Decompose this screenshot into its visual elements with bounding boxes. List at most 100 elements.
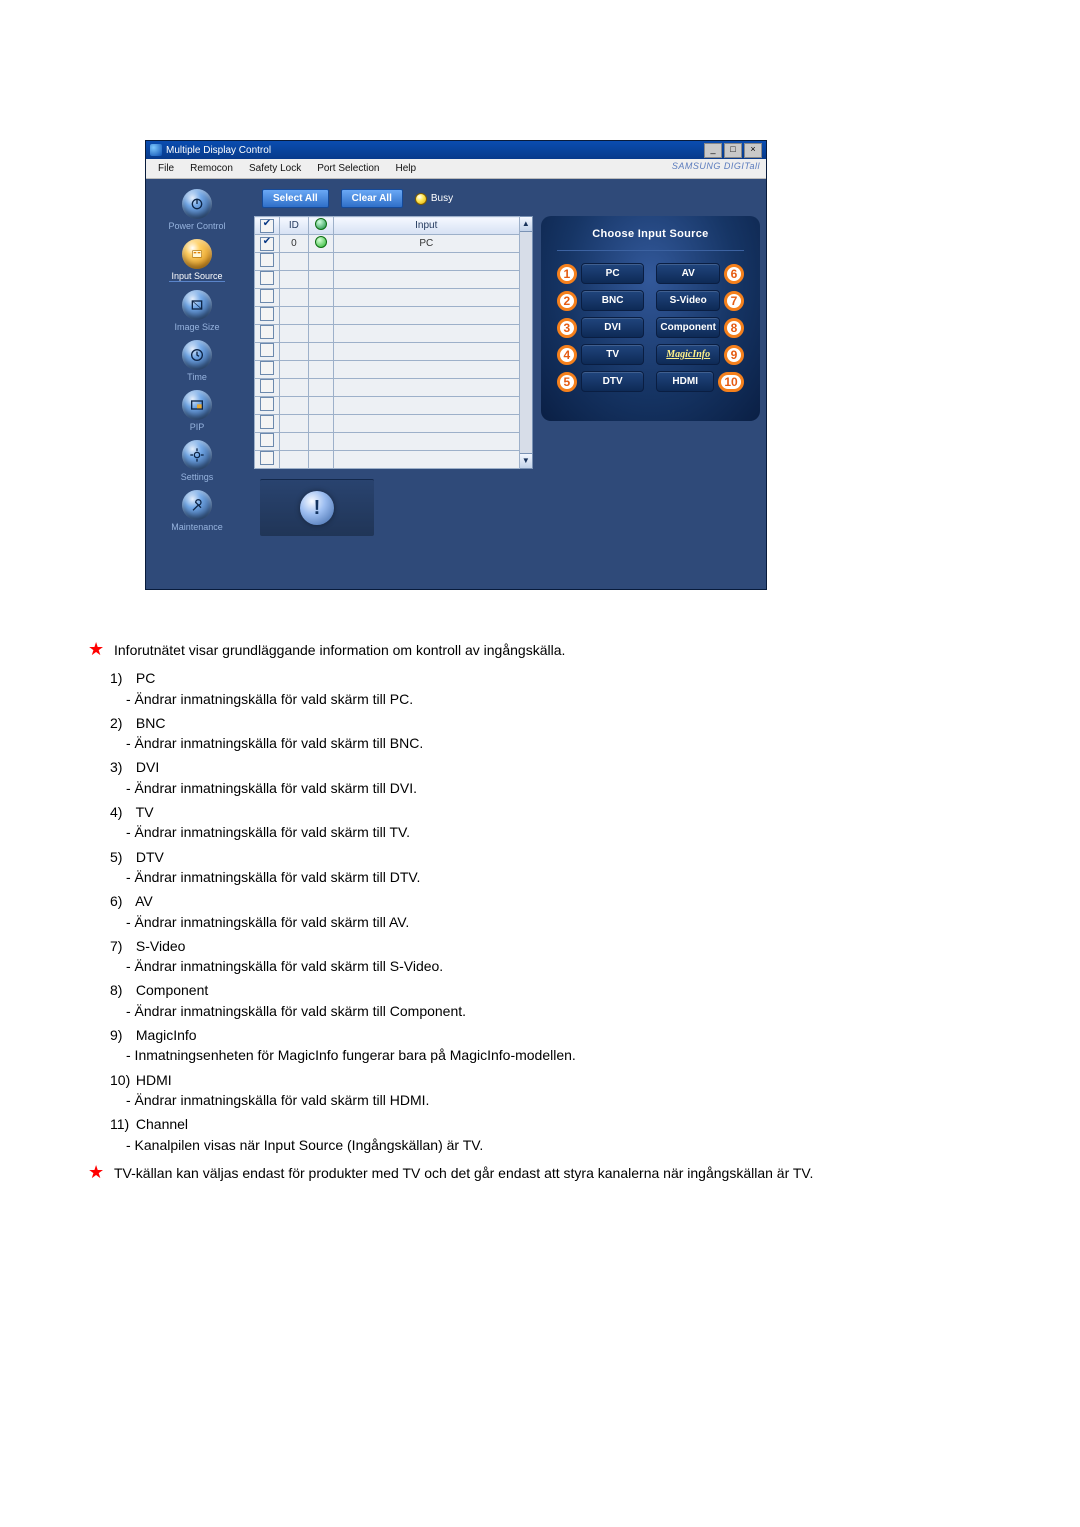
source-number-badge: 4: [557, 345, 577, 365]
row-id: 0: [279, 235, 308, 253]
status-dot-icon: [315, 236, 327, 248]
doc-item: 1) PC- Ändrar inmatningskälla för vald s…: [110, 668, 1008, 709]
source-button-component[interactable]: Component8: [656, 317, 744, 338]
menu-remocon[interactable]: Remocon: [184, 161, 239, 176]
row-checkbox[interactable]: [260, 379, 274, 393]
sidebar-item-power-control[interactable]: Power Control: [152, 189, 242, 233]
row-checkbox[interactable]: [260, 361, 274, 375]
source-button-magicinfo[interactable]: MagicInfo9: [656, 344, 744, 365]
source-button-hdmi[interactable]: HDMI10: [656, 371, 744, 392]
table-row[interactable]: [255, 451, 520, 469]
row-checkbox[interactable]: [260, 451, 274, 465]
close-button[interactable]: ×: [744, 143, 762, 158]
row-checkbox[interactable]: [260, 325, 274, 339]
source-button-dtv[interactable]: 5DTV: [557, 371, 645, 392]
row-status: [308, 307, 333, 325]
row-checkbox[interactable]: [260, 271, 274, 285]
source-number-badge: 7: [724, 291, 744, 311]
sidebar-item-pip[interactable]: PIP: [152, 390, 242, 434]
row-checkbox[interactable]: [260, 397, 274, 411]
source-button-s-video[interactable]: S-Video7: [656, 290, 744, 311]
table-row[interactable]: [255, 343, 520, 361]
table-row[interactable]: [255, 415, 520, 433]
table-row[interactable]: [255, 325, 520, 343]
row-checkbox[interactable]: [260, 433, 274, 447]
th-checkbox[interactable]: [255, 217, 280, 235]
display-table-wrap: ID Input 0PC ▲ ▼: [254, 216, 533, 469]
row-checkbox[interactable]: [260, 307, 274, 321]
row-id: [279, 289, 308, 307]
select-all-button[interactable]: Select All: [262, 189, 329, 208]
sidebar-item-image-size[interactable]: Image Size: [152, 290, 242, 334]
row-status: [308, 433, 333, 451]
doc-item-desc: - Kanalpilen visas när Input Source (Ing…: [126, 1135, 1008, 1155]
sidebar-item-time[interactable]: Time: [152, 340, 242, 384]
source-button-bnc[interactable]: 2BNC: [557, 290, 645, 311]
menu-help[interactable]: Help: [389, 161, 422, 176]
source-button-dvi[interactable]: 3DVI: [557, 317, 645, 338]
doc-item-head: 9) MagicInfo: [110, 1025, 1008, 1045]
minimize-button[interactable]: _: [704, 143, 722, 158]
table-scrollbar[interactable]: ▲ ▼: [520, 216, 533, 469]
busy-dot-icon: [415, 193, 427, 205]
row-id: [279, 307, 308, 325]
sidebar-item-label: Settings: [179, 472, 216, 482]
source-number-badge: 8: [724, 318, 744, 338]
table-row[interactable]: [255, 271, 520, 289]
clear-all-button[interactable]: Clear All: [341, 189, 403, 208]
source-button-tv[interactable]: 4TV: [557, 344, 645, 365]
doc-item-title: PC: [136, 670, 155, 686]
scroll-down-button[interactable]: ▼: [520, 453, 532, 468]
row-checkbox[interactable]: [260, 253, 274, 267]
source-label: DTV: [581, 371, 645, 392]
th-status[interactable]: [308, 217, 333, 235]
row-checkbox[interactable]: [260, 289, 274, 303]
doc-item-number: 2): [110, 713, 132, 733]
row-checkbox[interactable]: [260, 343, 274, 357]
menu-safety-lock[interactable]: Safety Lock: [243, 161, 307, 176]
table-row[interactable]: [255, 433, 520, 451]
scroll-up-button[interactable]: ▲: [520, 217, 532, 232]
table-row[interactable]: [255, 289, 520, 307]
menu-port-selection[interactable]: Port Selection: [311, 161, 385, 176]
source-label: MagicInfo: [656, 344, 720, 365]
row-id: [279, 379, 308, 397]
doc-item-number: 9): [110, 1025, 132, 1045]
row-checkbox[interactable]: [260, 237, 274, 251]
maintenance-icon: [182, 490, 212, 520]
th-input[interactable]: Input: [333, 217, 519, 235]
doc-item-desc: - Ändrar inmatningskälla för vald skärm …: [126, 956, 1008, 976]
doc-item-number: 11): [110, 1114, 132, 1134]
sidebar-item-label: Input Source: [169, 271, 224, 282]
source-button-pc[interactable]: 1PC: [557, 263, 645, 284]
table-row[interactable]: [255, 253, 520, 271]
row-id: [279, 397, 308, 415]
doc-item: 3) DVI- Ändrar inmatningskälla för vald …: [110, 757, 1008, 798]
row-input: [333, 451, 519, 469]
source-button-av[interactable]: AV6: [656, 263, 744, 284]
row-input: [333, 325, 519, 343]
doc-item-title: BNC: [136, 715, 166, 731]
row-checkbox[interactable]: [260, 415, 274, 429]
row-input: [333, 379, 519, 397]
sidebar-item-input-source[interactable]: Input Source: [152, 239, 242, 284]
th-id[interactable]: ID: [279, 217, 308, 235]
doc-item-title: TV: [136, 804, 154, 820]
sidebar-item-settings[interactable]: Settings: [152, 440, 242, 484]
app-window: Multiple Display Control _ □ × File Remo…: [145, 140, 767, 590]
doc-item-title: S-Video: [136, 938, 186, 954]
row-input: [333, 271, 519, 289]
menu-file[interactable]: File: [152, 161, 180, 176]
titlebar: Multiple Display Control _ □ ×: [146, 141, 766, 159]
maximize-button[interactable]: □: [724, 143, 742, 158]
sidebar-item-maintenance[interactable]: Maintenance: [152, 490, 242, 534]
header-checkbox-icon[interactable]: [260, 219, 274, 233]
doc-item-number: 4): [110, 802, 132, 822]
table-row[interactable]: 0PC: [255, 235, 520, 253]
table-row[interactable]: [255, 361, 520, 379]
alert-icon[interactable]: !: [300, 491, 334, 525]
table-row[interactable]: [255, 307, 520, 325]
intro-text: Inforutnätet visar grundläggande informa…: [114, 640, 565, 660]
table-row[interactable]: [255, 397, 520, 415]
table-row[interactable]: [255, 379, 520, 397]
